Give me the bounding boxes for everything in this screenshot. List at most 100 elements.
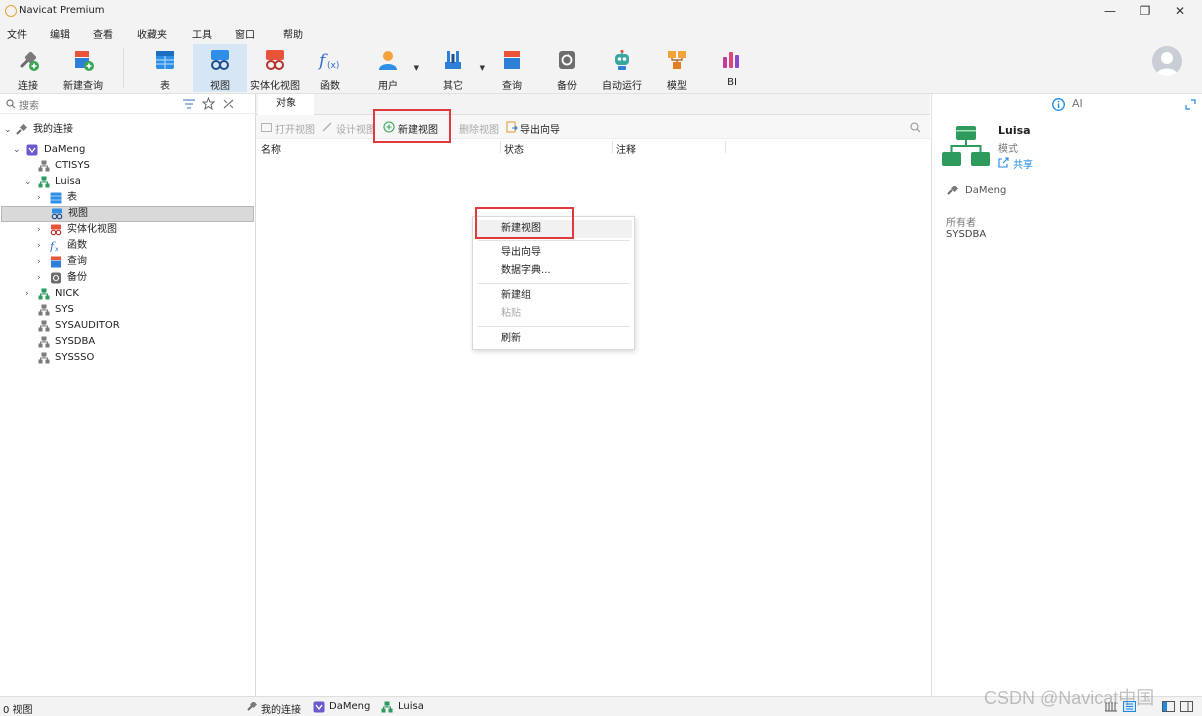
design-view-icon xyxy=(322,122,332,132)
expand-icon[interactable] xyxy=(1185,99,1196,110)
maximize-button[interactable]: ❐ xyxy=(1130,2,1160,20)
view-button[interactable]: 视图 xyxy=(193,44,247,92)
others-icon xyxy=(445,51,461,69)
tree-item-schema-sys[interactable]: SYS xyxy=(0,302,256,318)
user-avatar[interactable] xyxy=(1152,46,1182,76)
minimize-button[interactable]: — xyxy=(1095,2,1125,20)
info-icon[interactable] xyxy=(1052,98,1065,111)
design-view-button[interactable]: 设计视图 xyxy=(336,121,374,136)
tree-label: Luisa xyxy=(55,176,81,187)
column-status[interactable]: 状态 xyxy=(504,141,524,156)
others-label: 其它 xyxy=(443,81,463,92)
menu-window[interactable]: 窗口 xyxy=(235,26,255,41)
tree-item-schema-luisa[interactable]: ⌄ Luisa xyxy=(0,174,256,190)
expand-arrow-icon[interactable]: › xyxy=(37,190,41,206)
connect-button[interactable]: 连接 xyxy=(4,44,52,92)
tree-item-functions[interactable]: › f x 函数 xyxy=(0,238,256,254)
tab-objects[interactable]: 对象 xyxy=(258,94,314,115)
user-button[interactable]: 用户 ▼ xyxy=(366,44,419,92)
expand-arrow-icon[interactable]: › xyxy=(25,286,29,302)
ai-tab[interactable]: AI xyxy=(1072,97,1083,110)
schema-icon xyxy=(38,288,50,300)
tree-item-queries[interactable]: › 查询 xyxy=(0,254,256,270)
menu-separator xyxy=(478,283,630,284)
tree-item-schema-sysauditor[interactable]: SYSAUDITOR xyxy=(0,318,256,334)
expand-arrow-icon[interactable]: › xyxy=(37,270,41,286)
share-icon[interactable] xyxy=(998,157,1009,168)
tree-item-schema-sysso[interactable]: SYSSSO xyxy=(0,350,256,366)
table-icon xyxy=(50,192,62,204)
new-query-button[interactable]: 新建查询 xyxy=(58,44,108,92)
context-refresh[interactable]: 刷新 xyxy=(473,330,634,348)
tree-item-backups[interactable]: › 备份 xyxy=(0,270,256,286)
collapse-arrow-icon[interactable]: ⌄ xyxy=(4,122,12,138)
menu-file[interactable]: 文件 xyxy=(7,26,27,41)
backup-button[interactable]: 备份 xyxy=(546,44,588,92)
expand-arrow-icon[interactable]: › xyxy=(37,238,41,254)
tree-item-tables[interactable]: › 表 xyxy=(0,190,256,206)
model-button[interactable]: 模型 xyxy=(656,44,698,92)
column-comment[interactable]: 注释 xyxy=(616,141,636,156)
delete-view-button[interactable]: 删除视图 xyxy=(459,121,499,136)
tree-item-dameng[interactable]: ⌄ DaMeng xyxy=(0,142,256,158)
info-pane: AI Luisa 模式 共享 DaMeng 所有者 SYSDBA xyxy=(931,94,1202,696)
context-data-dictionary[interactable]: 数据字典... xyxy=(473,262,634,280)
share-link[interactable]: 共享 xyxy=(1013,156,1033,171)
user-dropdown-icon[interactable]: ▼ xyxy=(414,64,419,72)
watermark: CSDN @Navicat中国 xyxy=(984,688,1155,708)
detail-view-icon[interactable] xyxy=(1162,701,1175,712)
collapse-arrow-icon[interactable]: ⌄ xyxy=(13,142,21,158)
tree-item-my-connections[interactable]: ⌄ 我的连接 xyxy=(0,122,256,138)
table-icon xyxy=(156,51,174,69)
tree-item-views[interactable]: 视图 xyxy=(1,206,254,222)
close-button[interactable]: ✕ xyxy=(1165,2,1195,20)
tree-item-schema-ctisys[interactable]: CTISYS xyxy=(0,158,256,174)
materialized-view-button[interactable]: 实体化视图 xyxy=(248,44,302,92)
search-input[interactable]: 搜索 xyxy=(19,97,39,112)
others-dropdown-icon[interactable]: ▼ xyxy=(480,64,485,72)
column-name[interactable]: 名称 xyxy=(261,141,281,156)
tree-label: 我的连接 xyxy=(33,124,73,135)
query-button[interactable]: 查询 xyxy=(490,44,534,92)
menu-tools[interactable]: 工具 xyxy=(192,26,212,41)
collapse-arrow-icon[interactable]: ⌄ xyxy=(24,174,32,190)
collapse-icon[interactable] xyxy=(223,99,234,109)
schema-name: Luisa xyxy=(998,124,1031,137)
open-view-button[interactable]: 打开视图 xyxy=(275,121,315,136)
avatar-icon xyxy=(1156,52,1178,76)
panel-toggle-icon[interactable] xyxy=(1180,701,1193,712)
menu-separator xyxy=(478,326,630,327)
context-new-group[interactable]: 新建组 xyxy=(473,287,634,305)
tree-label: SYSSSO xyxy=(55,352,95,363)
function-button[interactable]: f (x) 函数 xyxy=(306,44,354,92)
export-wizard-icon xyxy=(506,121,518,133)
model-label: 模型 xyxy=(667,81,687,92)
dameng-connection-icon xyxy=(313,701,325,713)
search-icon xyxy=(6,99,16,109)
tree-item-materialized-views[interactable]: › 实体化视图 xyxy=(0,222,256,238)
menu-help[interactable]: 帮助 xyxy=(283,26,303,41)
bi-button[interactable]: BI xyxy=(712,44,752,92)
search-icon[interactable] xyxy=(910,122,921,133)
context-paste[interactable]: 粘贴 xyxy=(473,305,634,323)
menu-favorites[interactable]: 收藏夹 xyxy=(137,26,167,41)
table-button[interactable]: 表 xyxy=(141,44,189,92)
automation-button[interactable]: 自动运行 xyxy=(598,44,646,92)
schema-icon xyxy=(38,336,50,348)
menu-edit[interactable]: 编辑 xyxy=(50,26,70,41)
expand-arrow-icon[interactable]: › xyxy=(37,254,41,270)
expand-arrow-icon[interactable]: › xyxy=(37,222,41,238)
menu-view[interactable]: 查看 xyxy=(93,26,113,41)
star-icon[interactable] xyxy=(202,97,215,110)
filter-icon[interactable] xyxy=(183,99,195,109)
schema-icon xyxy=(38,160,50,172)
export-wizard-button[interactable]: 导出向导 xyxy=(520,121,560,136)
tree-item-schema-sysdba[interactable]: SYSDBA xyxy=(0,334,256,350)
connection-name: DaMeng xyxy=(965,185,1007,196)
context-export-wizard[interactable]: 导出向导 xyxy=(473,244,634,262)
others-button[interactable]: 其它 ▼ xyxy=(430,44,485,92)
schema-large-icon xyxy=(942,126,990,166)
sidebar-search-row: 搜索 xyxy=(0,94,256,114)
schema-icon xyxy=(381,701,393,713)
tree-item-schema-nick[interactable]: › NICK xyxy=(0,286,256,302)
